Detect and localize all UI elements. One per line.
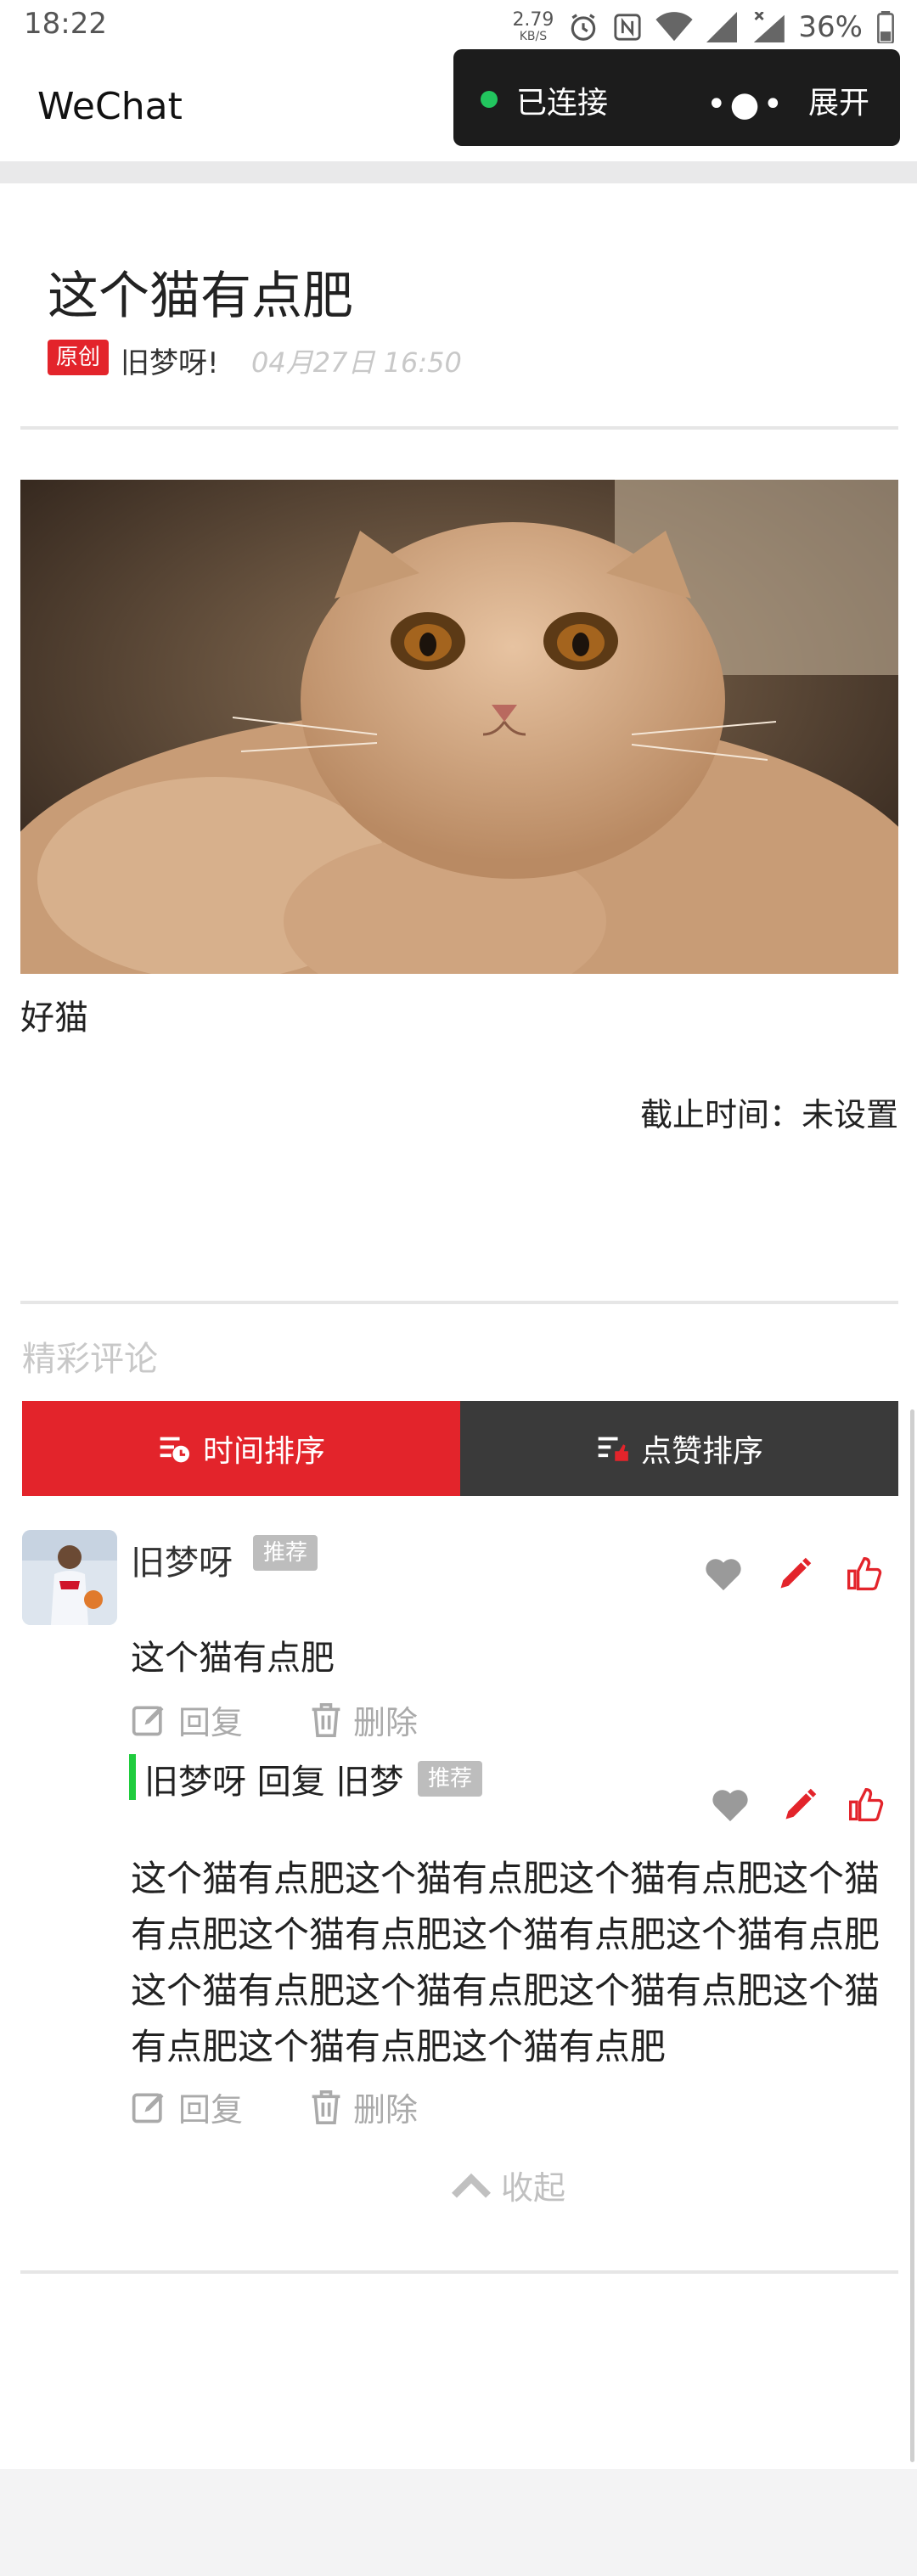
trash-icon [312, 1702, 340, 1737]
thumbs-up-icon[interactable] [842, 1781, 890, 1829]
status-time: 18:22 [24, 7, 107, 41]
status-icons: 2.79 KB/S 36% [512, 7, 895, 48]
scrollbar[interactable] [910, 1409, 914, 2462]
delete-button[interactable]: 删除 [309, 2084, 418, 2130]
nav-title: WeChat [37, 85, 183, 128]
reply-header: 旧梦呀 回复 旧梦 [144, 1763, 404, 1802]
pencil-icon[interactable] [776, 1781, 824, 1829]
article-image[interactable] [20, 480, 898, 974]
time-sort-icon [160, 1437, 189, 1463]
reply-button[interactable]: 回复 [131, 1696, 243, 1743]
more-icon[interactable]: •●• [706, 85, 786, 124]
net-speed-value: 2.79 [512, 9, 554, 31]
delete-label: 删除 [353, 2091, 419, 2129]
reply-label: 回复 [178, 2091, 244, 2129]
reply-label: 回复 [178, 1704, 244, 1741]
reply-indicator-bar [129, 1754, 136, 1800]
connected-dot-icon [481, 91, 498, 108]
net-speed: 2.79 KB/S [512, 9, 554, 44]
collapse-label: 收起 [501, 2169, 566, 2207]
recommend-tag: 推荐 [418, 1761, 483, 1797]
tab-label: 时间排序 [202, 1434, 325, 1469]
article-title: 这个猫有点肥 [48, 267, 353, 326]
connection-status: 已连接 [516, 86, 609, 121]
signal-icon [706, 12, 738, 42]
wifi-icon [655, 12, 694, 42]
recommend-tag: 推荐 [253, 1535, 318, 1571]
net-speed-unit: KB/S [519, 30, 548, 43]
heart-icon[interactable] [706, 1781, 754, 1829]
pencil-icon[interactable] [771, 1550, 819, 1598]
signal-no-sim-icon [754, 12, 785, 42]
bottom-area [0, 2469, 917, 2576]
commenter-name[interactable]: 旧梦呀 [131, 1535, 233, 1584]
battery-percent: 36% [798, 10, 863, 44]
comments-title: 精彩评论 [22, 1340, 158, 1379]
author-name[interactable]: 旧梦呀! [121, 340, 219, 381]
reply-text: 这个猫有点肥这个猫有点肥这个猫有点肥这个猫有点肥这个猫有点肥这个猫有点肥这个猫有… [131, 1858, 880, 2067]
image-caption: 好猫 [20, 998, 88, 1038]
expand-button[interactable]: 展开 [808, 78, 869, 122]
original-badge: 原创 [48, 340, 109, 375]
avatar[interactable] [22, 1530, 117, 1625]
heart-icon[interactable] [700, 1550, 747, 1598]
trash-icon [312, 2089, 340, 2124]
edit-square-icon [132, 1706, 164, 1735]
likes-sort-icon [598, 1437, 628, 1461]
publish-date: 04月27日 16:50 [251, 346, 462, 379]
tab-sort-by-likes[interactable]: 点赞排序 [460, 1401, 898, 1496]
edit-square-icon [132, 2093, 164, 2123]
divider [20, 426, 898, 430]
tab-sort-by-time[interactable]: 时间排序 [22, 1401, 460, 1496]
collapse-button[interactable]: 收起 [450, 2162, 565, 2208]
thumbs-up-icon[interactable] [841, 1550, 888, 1598]
divider [20, 1301, 898, 1304]
comment-text: 这个猫有点肥 [131, 1639, 335, 1678]
avatar-image [22, 1530, 117, 1625]
delete-button[interactable]: 删除 [309, 1696, 418, 1743]
deadline-text: 截止时间：未设置 [639, 1096, 898, 1133]
battery-icon [877, 11, 894, 43]
reply-button[interactable]: 回复 [131, 2084, 243, 2130]
divider [20, 2270, 898, 2274]
cat-photo [20, 480, 898, 974]
chevron-up-icon [452, 2173, 491, 2198]
nav-separator [0, 161, 917, 183]
alarm-icon [571, 14, 596, 41]
delete-label: 删除 [353, 1704, 419, 1741]
tab-label: 点赞排序 [640, 1434, 763, 1469]
nfc-icon [614, 14, 642, 41]
